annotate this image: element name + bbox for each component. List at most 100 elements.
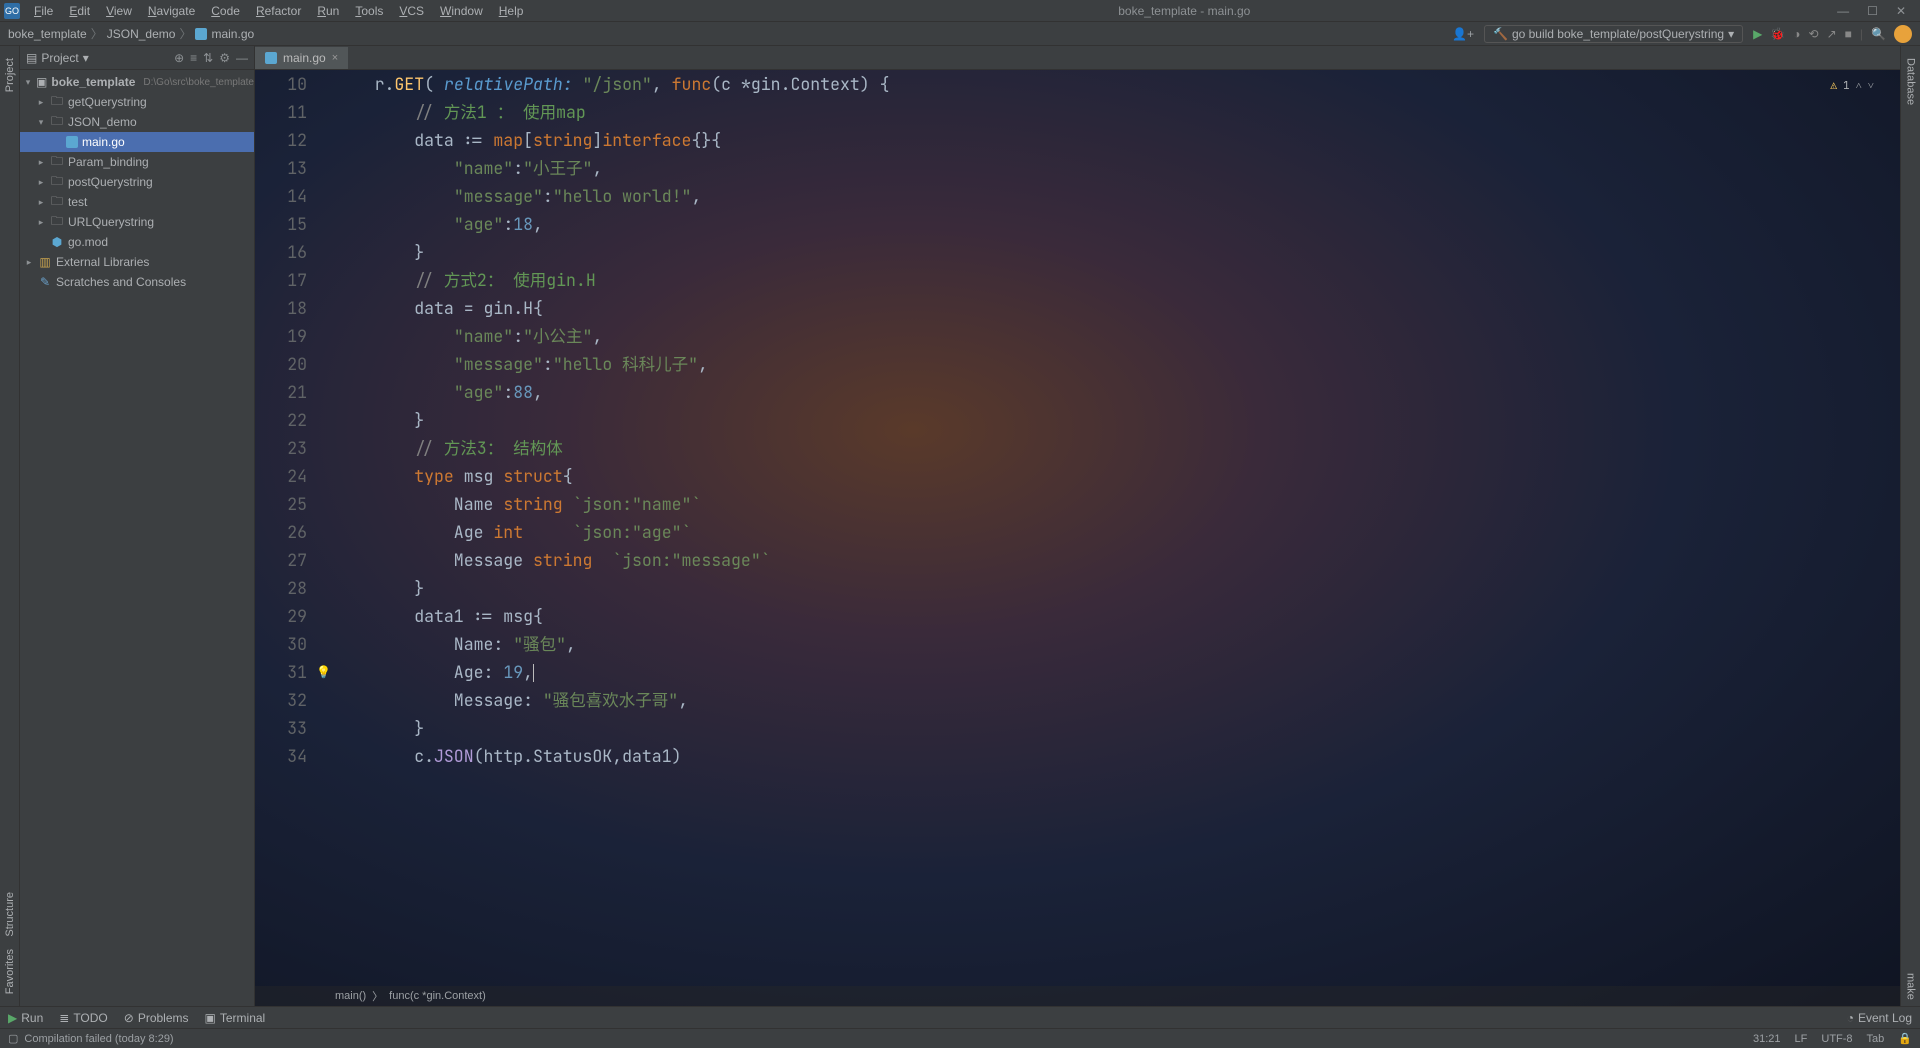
tree-folder-json-demo[interactable]: ▾🗀 JSON_demo	[20, 112, 254, 132]
make-tool-tab[interactable]: make	[1905, 967, 1917, 1006]
attach-icon[interactable]: ↗	[1827, 27, 1837, 41]
tree-folder-postquerystring[interactable]: ▸🗀 postQuerystring	[20, 172, 254, 192]
lock-icon[interactable]: 🔒	[1898, 1032, 1912, 1045]
line-number[interactable]: 21	[255, 378, 307, 406]
line-number[interactable]: 32	[255, 686, 307, 714]
close-tab-icon[interactable]: ×	[332, 52, 338, 64]
menu-tools[interactable]: Tools	[347, 2, 391, 20]
line-number[interactable]: 15	[255, 210, 307, 238]
breadcrumb-folder[interactable]: JSON_demo	[107, 27, 176, 41]
intention-bulb-icon[interactable]: 💡	[316, 658, 331, 686]
menu-run[interactable]: Run	[309, 2, 347, 20]
line-number[interactable]: 22	[255, 406, 307, 434]
crumb-func[interactable]: func(c *gin.Context)	[389, 990, 486, 1002]
code-line[interactable]: Name string `json:"name"`	[335, 490, 1900, 518]
minimize-icon[interactable]: —	[1837, 4, 1849, 18]
line-number[interactable]: 16	[255, 238, 307, 266]
tree-folder-urlquerystring[interactable]: ▸🗀 URLQuerystring	[20, 212, 254, 232]
line-number[interactable]: 23	[255, 434, 307, 462]
code-line[interactable]: "age":88,	[335, 378, 1900, 406]
todo-tool-tab[interactable]: ≣TODO	[59, 1011, 108, 1025]
line-separator[interactable]: LF	[1795, 1033, 1808, 1045]
run-icon[interactable]: ▶	[1753, 27, 1762, 41]
menu-file[interactable]: File	[26, 2, 61, 20]
debug-icon[interactable]: 🐞	[1770, 27, 1785, 41]
code-line[interactable]: // 方法3： 结构体	[335, 434, 1900, 462]
database-tool-tab[interactable]: Database	[1905, 52, 1917, 111]
code-line[interactable]: "message":"hello 科科儿子",	[335, 350, 1900, 378]
expand-icon[interactable]: ≡	[190, 51, 197, 65]
run-tool-tab[interactable]: ▶Run	[8, 1011, 43, 1025]
line-number[interactable]: 28	[255, 574, 307, 602]
line-number[interactable]: 12	[255, 126, 307, 154]
status-window-icon[interactable]: ▢	[8, 1032, 18, 1045]
menu-edit[interactable]: Edit	[61, 2, 98, 20]
stop-icon[interactable]: ■	[1845, 27, 1852, 41]
editor-inspection-status[interactable]: ⚠ 1 ˄ ˅	[1830, 72, 1874, 100]
menu-navigate[interactable]: Navigate	[140, 2, 203, 20]
project-tool-tab[interactable]: Project	[4, 52, 16, 98]
file-encoding[interactable]: UTF-8	[1821, 1033, 1852, 1045]
code-content[interactable]: r.GET( relativePath: "/json", func(c *gi…	[335, 70, 1900, 986]
tree-folder-param-binding[interactable]: ▸🗀 Param_binding	[20, 152, 254, 172]
line-number[interactable]: 31💡	[255, 658, 307, 686]
line-number[interactable]: 25	[255, 490, 307, 518]
chevron-up-icon[interactable]: ˄	[1856, 72, 1862, 100]
code-line[interactable]: Age int `json:"age"`	[335, 518, 1900, 546]
code-line[interactable]: data := map[string]interface{}{	[335, 126, 1900, 154]
problems-tool-tab[interactable]: ⊘Problems	[124, 1011, 189, 1025]
sidebar-title[interactable]: Project	[41, 51, 78, 65]
tree-external-libraries[interactable]: ▸▥ External Libraries	[20, 252, 254, 272]
collapse-icon[interactable]: ⇅	[203, 51, 213, 65]
tab-main-go[interactable]: main.go ×	[255, 47, 348, 69]
line-number[interactable]: 18	[255, 294, 307, 322]
indent-setting[interactable]: Tab	[1867, 1033, 1885, 1045]
search-icon[interactable]: 🔍	[1871, 27, 1886, 41]
menu-help[interactable]: Help	[491, 2, 532, 20]
menu-refactor[interactable]: Refactor	[248, 2, 309, 20]
line-number[interactable]: 30	[255, 630, 307, 658]
tree-project-root[interactable]: ▾ ▣ boke_template D:\Go\src\boke_templat…	[20, 72, 254, 92]
code-line[interactable]: }	[335, 574, 1900, 602]
menu-view[interactable]: View	[98, 2, 140, 20]
code-line[interactable]: "age":18,	[335, 210, 1900, 238]
code-line[interactable]: "message":"hello world!",	[335, 182, 1900, 210]
line-number[interactable]: 24	[255, 462, 307, 490]
breadcrumb-root[interactable]: boke_template	[8, 27, 87, 41]
tree-folder-test[interactable]: ▸🗀 test	[20, 192, 254, 212]
code-line[interactable]: "name":"小王子",	[335, 154, 1900, 182]
code-line[interactable]: c.JSON(http.StatusOK,data1)	[335, 742, 1900, 770]
line-number[interactable]: 34	[255, 742, 307, 770]
terminal-tool-tab[interactable]: ▣Terminal	[205, 1011, 266, 1025]
gear-icon[interactable]: ⚙	[219, 51, 230, 65]
code-line[interactable]: // 方法1 ： 使用map	[335, 98, 1900, 126]
line-number[interactable]: 20	[255, 350, 307, 378]
code-line[interactable]: r.GET( relativePath: "/json", func(c *gi…	[335, 70, 1900, 98]
code-line[interactable]: }	[335, 406, 1900, 434]
code-line[interactable]: }	[335, 714, 1900, 742]
code-line[interactable]: Message: "骚包喜欢水子哥",	[335, 686, 1900, 714]
code-line[interactable]: type msg struct{	[335, 462, 1900, 490]
line-number-gutter[interactable]: 1011121314151617181920212223242526272829…	[255, 70, 335, 986]
line-number[interactable]: 27	[255, 546, 307, 574]
menu-vcs[interactable]: VCS	[391, 2, 432, 20]
favorites-tool-tab[interactable]: Favorites	[4, 943, 16, 1000]
code-line[interactable]: "name":"小公主",	[335, 322, 1900, 350]
add-user-icon[interactable]: 👤+	[1452, 27, 1474, 41]
line-number[interactable]: 26	[255, 518, 307, 546]
code-line[interactable]: // 方式2： 使用gin.H	[335, 266, 1900, 294]
code-line[interactable]: data = gin.H{	[335, 294, 1900, 322]
tree-file-go-mod[interactable]: ⬢ go.mod	[20, 232, 254, 252]
avatar[interactable]	[1894, 25, 1912, 43]
tree-folder-getquerystring[interactable]: ▸🗀 getQuerystring	[20, 92, 254, 112]
code-line[interactable]: Message string `json:"message"`	[335, 546, 1900, 574]
caret-position[interactable]: 31:21	[1753, 1033, 1781, 1045]
maximize-icon[interactable]: ☐	[1867, 4, 1878, 18]
chevron-down-icon[interactable]: ˅	[1868, 72, 1874, 100]
tree-file-main-go[interactable]: main.go	[20, 132, 254, 152]
run-config-selector[interactable]: 🔨 go build boke_template/postQuerystring…	[1484, 25, 1743, 43]
line-number[interactable]: 10	[255, 70, 307, 98]
chevron-down-icon[interactable]: ▾	[83, 51, 89, 65]
code-line[interactable]: data1 := msg{	[335, 602, 1900, 630]
locate-icon[interactable]: ⊕	[174, 51, 184, 65]
